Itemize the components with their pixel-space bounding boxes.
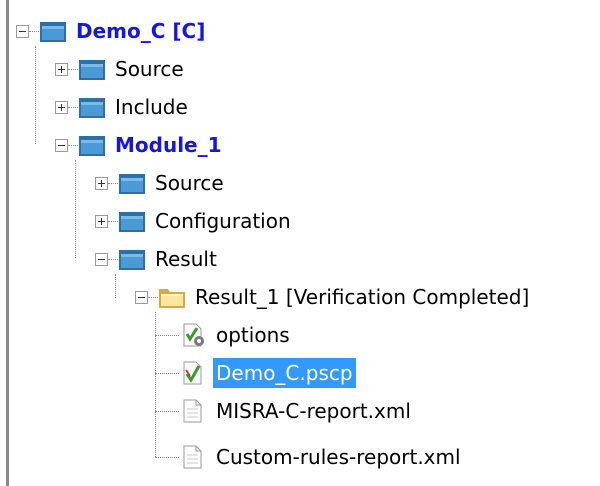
collapse-toggle[interactable] <box>16 24 29 38</box>
folder-icon <box>79 60 105 80</box>
tree-item-result-1[interactable]: Result_1 [Verification Completed] <box>135 280 532 314</box>
tree-item-options[interactable]: options <box>155 318 293 352</box>
project-tree[interactable]: Demo_C [C] Source Include Module_1 Sourc… <box>0 0 600 486</box>
tree-item-label: Demo_C [C] <box>76 19 206 43</box>
tree-item-custom-report[interactable]: Custom-rules-report.xml <box>155 440 464 474</box>
tree-connector <box>29 30 39 32</box>
tree-item-root[interactable]: Demo_C [C] <box>16 14 208 48</box>
tree-item-label: Source <box>155 171 224 195</box>
tree-item-configuration[interactable]: Configuration <box>95 204 294 238</box>
tree-connector <box>68 68 78 70</box>
tree-connector <box>155 334 179 336</box>
folder-icon <box>40 22 66 42</box>
check-file-icon <box>183 361 202 385</box>
tree-item-source[interactable]: Source <box>55 52 187 86</box>
tree-item-label: Module_1 <box>115 133 222 157</box>
expand-toggle[interactable] <box>55 100 68 114</box>
folder-icon <box>79 136 105 156</box>
tree-item-label: Result_1 [Verification Completed] <box>195 285 530 309</box>
expand-toggle[interactable] <box>95 214 108 228</box>
tree-item-include[interactable]: Include <box>55 90 191 124</box>
folder-icon <box>119 212 145 232</box>
tree-connector <box>155 456 179 458</box>
tree-item-label: Result <box>155 247 217 271</box>
tree-item-label: Source <box>115 57 184 81</box>
options-file-icon <box>183 323 204 347</box>
tree-connector <box>108 182 118 184</box>
folder-open-icon <box>159 289 185 308</box>
tree-connector <box>148 296 158 298</box>
collapse-toggle[interactable] <box>55 138 68 152</box>
tree-item-pscp[interactable]: Demo_C.pscp <box>155 356 356 390</box>
tree-connector <box>35 46 36 144</box>
tree-connector <box>68 106 78 108</box>
folder-icon <box>79 98 105 118</box>
expand-toggle[interactable] <box>55 62 68 76</box>
tree-connector <box>155 410 179 412</box>
tree-item-label: options <box>216 323 290 347</box>
tree-item-module-source[interactable]: Source <box>95 166 227 200</box>
collapse-toggle[interactable] <box>95 252 108 266</box>
tree-item-label: Include <box>115 95 188 119</box>
tree-connector <box>108 220 118 222</box>
collapse-toggle[interactable] <box>135 290 148 304</box>
tree-connector <box>75 160 76 258</box>
tree-item-label: MISRA-C-report.xml <box>216 399 411 423</box>
tree-connector <box>108 258 118 260</box>
tree-connector <box>115 274 116 298</box>
tree-connector <box>155 372 179 374</box>
tree-item-result[interactable]: Result <box>95 242 220 276</box>
tree-item-label: Demo_C.pscp <box>213 358 356 388</box>
tree-connector <box>68 144 78 146</box>
tree-item-label: Configuration <box>155 209 291 233</box>
document-icon <box>183 399 202 423</box>
tree-item-module[interactable]: Module_1 <box>55 128 225 162</box>
expand-toggle[interactable] <box>95 176 108 190</box>
tree-item-misra-report[interactable]: MISRA-C-report.xml <box>155 394 414 428</box>
tree-item-label: Custom-rules-report.xml <box>216 445 461 469</box>
document-icon <box>183 445 202 469</box>
folder-icon <box>119 174 145 194</box>
folder-icon <box>119 250 145 270</box>
